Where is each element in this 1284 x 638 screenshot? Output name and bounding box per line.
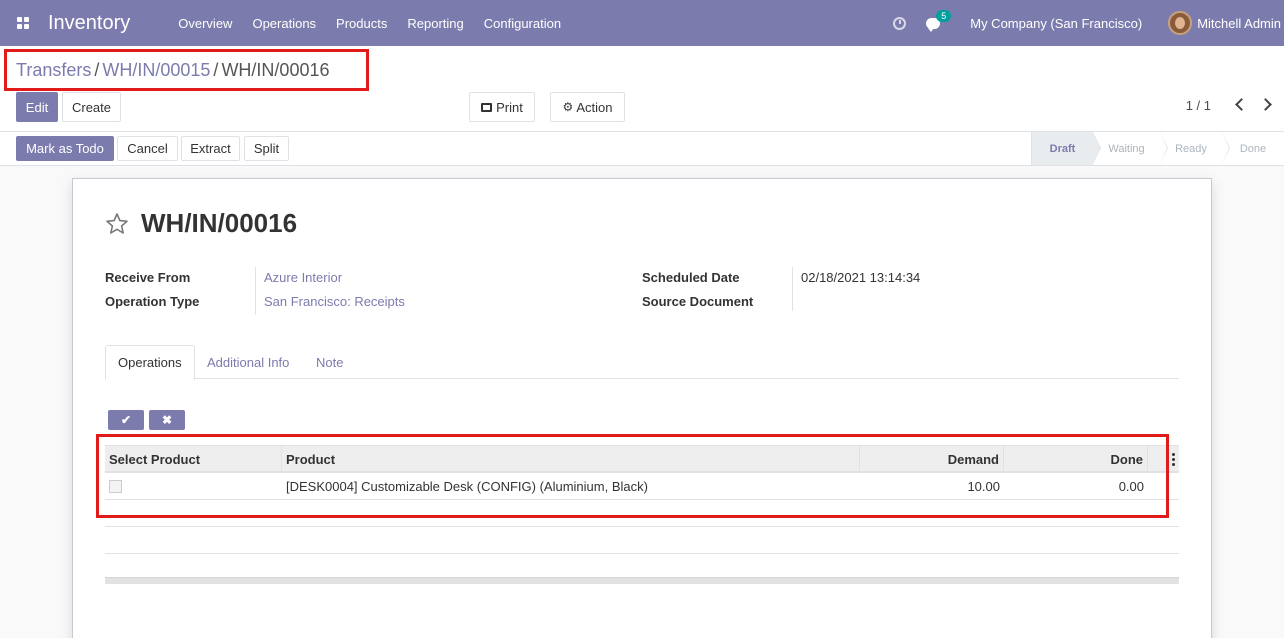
print-button[interactable]: Print: [469, 92, 535, 122]
status-step-label: Ready: [1175, 142, 1207, 155]
close-icon: ✖: [161, 413, 173, 427]
split-button[interactable]: Split: [244, 136, 289, 161]
messaging-menu[interactable]: 5: [926, 9, 952, 32]
mark-as-todo-button[interactable]: Mark as Todo: [16, 136, 114, 161]
receive-from-label: Receive From: [105, 270, 191, 285]
menu-operations[interactable]: Operations: [252, 16, 316, 31]
menu-configuration[interactable]: Configuration: [484, 16, 561, 31]
menu-overview[interactable]: Overview: [178, 16, 232, 31]
main-menu: Overview Operations Products Reporting C…: [178, 16, 581, 31]
star-icon[interactable]: [105, 212, 129, 236]
receive-from-value[interactable]: Azure Interior: [264, 270, 342, 285]
pager-next-icon[interactable]: [1259, 98, 1272, 111]
edit-button[interactable]: Edit: [16, 92, 58, 122]
gear-icon: ⚙: [562, 100, 574, 114]
step-arrow-inner: [1160, 132, 1167, 164]
source-document-label: Source Document: [642, 294, 754, 309]
table-empty-row: [105, 527, 1179, 554]
app-name[interactable]: Inventory: [48, 12, 130, 35]
status-step-waiting[interactable]: Waiting: [1093, 132, 1168, 165]
breadcrumb-highlight: [4, 49, 369, 91]
print-label: Print: [496, 99, 523, 115]
table-footer: [105, 577, 1179, 584]
user-menu[interactable]: Mitchell Admin: [1197, 16, 1281, 31]
operation-type-label: Operation Type: [105, 294, 200, 309]
action-button[interactable]: ⚙ Action: [550, 92, 625, 122]
step-arrow-inner: [1222, 132, 1229, 164]
status-bar: Mark as Todo Cancel Extract Split Draft …: [0, 132, 1284, 166]
company-switcher[interactable]: My Company (San Francisco): [970, 16, 1142, 31]
status-step-ready[interactable]: Ready: [1160, 132, 1230, 165]
tab-operations[interactable]: Operations: [105, 345, 195, 380]
print-icon: [481, 102, 493, 112]
apps-menu-icon[interactable]: [0, 0, 46, 46]
step-arrow-inner: [1093, 132, 1100, 164]
user-avatar[interactable]: [1168, 11, 1193, 35]
check-icon: ✔: [120, 413, 132, 427]
extract-button[interactable]: Extract: [181, 136, 240, 161]
top-navbar: Inventory Overview Operations Products R…: [0, 0, 1284, 46]
status-step-label: Waiting: [1108, 142, 1145, 155]
tab-note[interactable]: Note: [304, 345, 355, 379]
activity-clock-icon[interactable]: [893, 16, 907, 30]
menu-reporting[interactable]: Reporting: [407, 16, 463, 31]
status-step-label: Done: [1239, 142, 1267, 155]
pager-value[interactable]: 1 / 1: [1186, 98, 1211, 113]
cancel-button[interactable]: Cancel: [117, 136, 178, 161]
deselect-all-button[interactable]: ✖: [149, 410, 185, 430]
status-steps: Draft Waiting Ready Done: [1031, 132, 1284, 165]
action-label: Action: [576, 99, 613, 115]
field-divider: [255, 267, 256, 315]
menu-products[interactable]: Products: [336, 16, 387, 31]
select-all-check-button[interactable]: ✔: [108, 410, 144, 430]
operation-type-value[interactable]: San Francisco: Receipts: [264, 294, 405, 309]
optional-columns-icon[interactable]: [1172, 453, 1175, 466]
scheduled-date-value[interactable]: 02/18/2021 13:14:34: [801, 270, 920, 285]
status-step-done[interactable]: Done: [1222, 132, 1284, 165]
control-panel: Transfers / WH/IN/00015/WH/IN/00016 Edit C…: [0, 46, 1284, 132]
chat-counter-badge: 5: [936, 9, 952, 22]
table-highlight: [96, 434, 1169, 518]
status-step-draft[interactable]: Draft: [1031, 132, 1101, 165]
create-button[interactable]: Create: [62, 92, 121, 122]
tab-additional-info[interactable]: Additional Info: [195, 345, 301, 379]
form-sheet: WH/IN/00016 Receive From Operation Type …: [72, 178, 1212, 638]
pager-previous-icon[interactable]: [1235, 98, 1248, 111]
record-title: WH/IN/00016: [141, 208, 298, 238]
scheduled-date-label: Scheduled Date: [642, 270, 740, 285]
status-step-label: Draft: [1049, 142, 1076, 155]
notebook-tabs: Operations Additional Info Note: [105, 345, 1179, 380]
field-divider: [792, 267, 793, 311]
